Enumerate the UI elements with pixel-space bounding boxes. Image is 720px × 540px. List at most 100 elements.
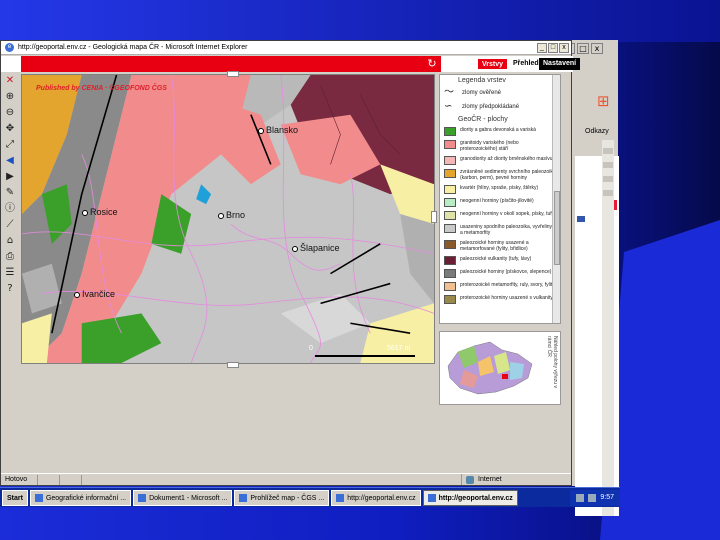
map-toolbar: ✕ ⊕ ⊖ ✥ ⤢ ◀ ▶ ✎ ⓘ ⟋ ⌂ ⎙ ☰ ?: [3, 74, 19, 364]
taskbar-item[interactable]: http://geoportal.env.cz: [331, 489, 421, 506]
legend-item: paleozoické vulkanity (tufy, lávy): [440, 254, 560, 267]
taskbar-item[interactable]: Dokument1 - Microsoft ...: [133, 489, 233, 506]
refresh-icon[interactable]: ↻: [425, 57, 439, 71]
legend-item: proterozoické horniny usazené s vulkanit…: [440, 293, 560, 306]
pan-icon[interactable]: ✥: [3, 122, 17, 136]
page-blue-block: [577, 216, 585, 222]
pan-north-handle[interactable]: [227, 71, 239, 77]
security-zone: Internet: [461, 474, 571, 485]
close-button[interactable]: x: [591, 43, 603, 54]
legend-line-item: 〜 zlomy ověřené: [444, 87, 502, 98]
background-scrollbar[interactable]: [602, 140, 614, 516]
city-slapanice: Šlapanice: [292, 243, 340, 253]
app-icon: [336, 493, 345, 502]
map-credit: Published by CENIA · ©GEOFOND ČGS: [36, 85, 167, 92]
header-red-bar: [21, 56, 441, 72]
pan-south-handle[interactable]: [227, 362, 239, 368]
legend-swatch: [444, 269, 456, 278]
globe-icon: [466, 475, 474, 484]
map-scalebar: 0 5617 m: [307, 345, 417, 357]
forward-icon[interactable]: ▶: [3, 170, 17, 184]
legend-item: zvrásněné sedimenty svrchního paleozoika…: [440, 167, 560, 183]
clock: 9:57: [600, 494, 614, 501]
status-text: Hotovo: [5, 476, 28, 483]
legend-label: kvartér (hlíny, spraše, písky, štěrky): [460, 185, 539, 191]
status-bar: Hotovo Internet: [1, 473, 571, 485]
fault-dashed-icon: ∽: [444, 101, 453, 112]
legend-label: diority a gabra devonská a variská: [460, 127, 536, 133]
taskbar-item[interactable]: Geografické informační ...: [29, 489, 132, 506]
browser-window: e http://geoportal.env.cz - Geologická m…: [0, 40, 581, 486]
system-tray: 9:57: [570, 489, 620, 506]
slide-background-band: [0, 0, 720, 42]
legend-label: neogenní horniny v okolí sopek, písky, t…: [460, 211, 555, 217]
overview-caption: Náhled polohy výřezu v rámci ČR: [546, 336, 558, 388]
zoom-in-icon[interactable]: ⊕: [3, 90, 17, 104]
scale-bar-line: [315, 355, 415, 357]
windows-taskbar: Start Geografické informační ... Dokumen…: [0, 487, 620, 507]
city-rosice: Rosice: [82, 207, 118, 217]
legend-swatch: [444, 169, 456, 178]
legend-swatch: [444, 256, 456, 265]
start-button[interactable]: Start: [2, 489, 28, 506]
legend-label: paleozoické horniny usazené a metamorfov…: [460, 240, 529, 252]
legend-swatch: [444, 240, 456, 249]
legend-label: neogenní horniny (písčito-jílovité): [460, 198, 534, 204]
window-title: http://geoportal.env.cz - Geologická map…: [18, 44, 248, 51]
legend-item: paleozoické horniny usazené a metamorfov…: [440, 238, 560, 254]
app-icon: [427, 493, 436, 502]
maximize-button[interactable]: □: [577, 43, 589, 54]
close-button[interactable]: x: [559, 42, 569, 53]
legend-swatch: [444, 127, 456, 136]
pan-east-handle[interactable]: [431, 211, 437, 223]
maximize-button[interactable]: □: [548, 42, 558, 53]
legend-label: granodiority až diority brněnského masív…: [460, 156, 553, 162]
legend-item: neogenní horniny v okolí sopek, písky, t…: [440, 209, 560, 222]
legend-scrollbar[interactable]: [552, 75, 560, 323]
zoom-out-icon[interactable]: ⊖: [3, 106, 17, 120]
back-icon[interactable]: ◀: [3, 154, 17, 168]
overview-map[interactable]: Náhled polohy výřezu v rámci ČR: [439, 331, 561, 405]
print-icon[interactable]: ⎙: [3, 250, 17, 264]
legend-scroll-thumb[interactable]: [554, 191, 560, 265]
map-legend: Legenda vrstev 〜 zlomy ověřené ∽ zlomy pře…: [439, 74, 561, 324]
legend-swatch: [444, 156, 456, 165]
full-extent-icon[interactable]: ⤢: [3, 138, 17, 152]
help-icon[interactable]: ?: [3, 282, 17, 296]
legend-label: granitoidy variského (nebo proterozoické…: [460, 140, 519, 152]
legend-label: paleozoické vulkanity (tufy, lávy): [460, 256, 532, 262]
layers-button[interactable]: Vrstvy: [477, 58, 509, 70]
settings-button[interactable]: Nastavení: [539, 58, 581, 70]
legend-item: granitoidy variského (nebo proterozoické…: [440, 138, 560, 154]
taskbar-item-active[interactable]: http://geoportal.env.cz: [422, 489, 518, 506]
legend-item: granodiority až diority brněnského masív…: [440, 154, 560, 167]
minimize-button[interactable]: _: [537, 42, 547, 53]
legend-item: paleozoické horniny (pískovce, slepence): [440, 267, 560, 280]
legend-swatch: [444, 295, 456, 304]
legend-swatch: [444, 198, 456, 207]
legend-label: zvrásněné sedimenty svrchního paleozoika…: [460, 169, 556, 181]
links-label[interactable]: Odkazy: [585, 128, 609, 135]
window-titlebar[interactable]: e http://geoportal.env.cz - Geologická m…: [1, 41, 571, 55]
city-ivancice: Ivančice: [74, 289, 115, 299]
legend-icon[interactable]: ☰: [3, 266, 17, 280]
city-brno: Brno: [218, 210, 245, 220]
info-icon[interactable]: ⓘ: [3, 202, 17, 216]
window-controls: _ □ x: [537, 42, 571, 53]
identify-icon[interactable]: ✎: [3, 186, 17, 200]
legend-label: proterozoické metamorfity, ruly, svory, …: [460, 282, 555, 288]
app-icon: [239, 493, 248, 502]
czech-republic-overview: [447, 341, 533, 395]
legend-swatch: [444, 140, 456, 149]
geological-map[interactable]: Published by CENIA · ©GEOFOND ČGS Blansk…: [21, 74, 435, 364]
overview-extent-box: [502, 374, 508, 379]
close-icon[interactable]: ✕: [3, 74, 17, 88]
measure-icon[interactable]: ⟋: [3, 218, 17, 232]
ie-icon: e: [5, 43, 14, 52]
app-header: ↻ Vrstvy Přehled Nastavení: [1, 56, 581, 72]
taskbar-item[interactable]: Prohlížeč map - ČGS ...: [234, 489, 330, 506]
select-icon[interactable]: ⌂: [3, 234, 17, 248]
legend-item: neogenní horniny (písčito-jílovité): [440, 196, 560, 209]
legend-area-heading: GeoČR - plochy: [458, 116, 508, 123]
overview-button[interactable]: Přehled: [509, 58, 543, 70]
